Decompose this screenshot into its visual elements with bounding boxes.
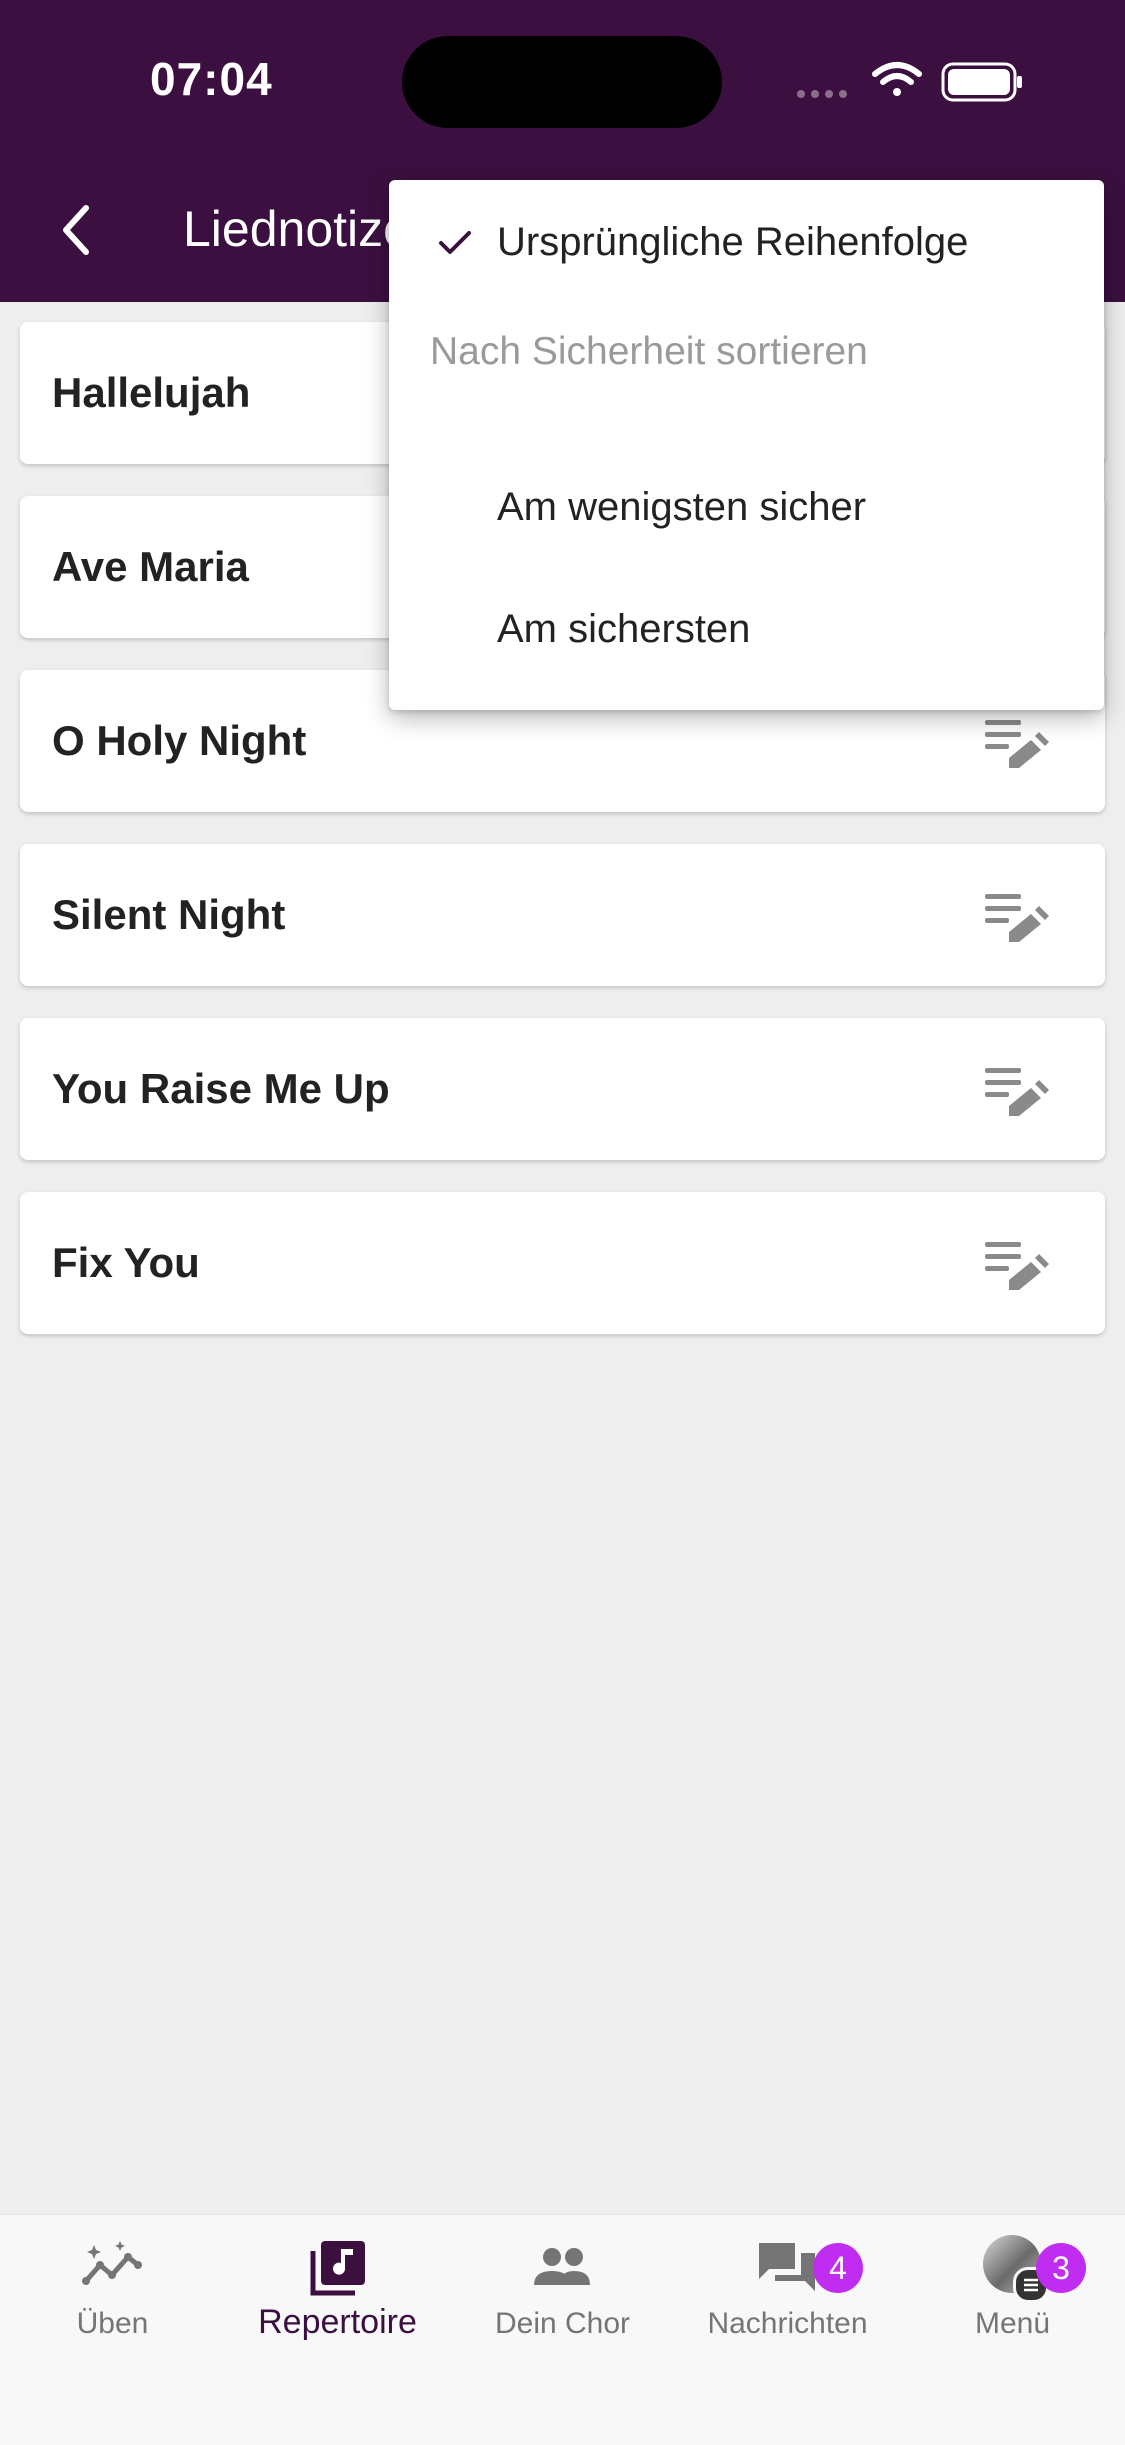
nav-label: Menü (974, 2307, 1051, 2340)
menu-item-original-order[interactable]: Ursprüngliche Reihenfolge (389, 187, 1104, 297)
song-title: O Holy Night (52, 717, 307, 764)
edit-notes-icon[interactable] (985, 1066, 1049, 1118)
edit-notes-icon[interactable] (985, 718, 1049, 770)
nav-label: Dein Chor (494, 2307, 631, 2340)
song-title: Hallelujah (52, 369, 251, 416)
nav-item-messages[interactable]: 4 Nachrichten (675, 2215, 900, 2365)
dynamic-island (402, 36, 722, 128)
cellular-icon (797, 90, 847, 98)
chat-icon (759, 2243, 815, 2291)
check-icon (439, 231, 471, 254)
edit-notes-icon[interactable] (985, 892, 1049, 944)
nav-item-choir[interactable]: Dein Chor (450, 2215, 675, 2365)
unread-badge: 4 (813, 2243, 863, 2293)
song-title: Silent Night (52, 891, 286, 938)
battery-icon (941, 62, 1022, 102)
group-icon (534, 2248, 590, 2285)
nav-label: Üben (76, 2307, 149, 2340)
song-title: Ave Maria (52, 543, 249, 590)
song-card[interactable]: Fix You (20, 1192, 1105, 1334)
notification-badge: 3 (1036, 2243, 1086, 2293)
practice-chart-icon (82, 2241, 142, 2285)
nav-label: Repertoire (258, 2303, 417, 2341)
menu-item-most-certain[interactable]: Am sichersten (389, 574, 1104, 684)
status-icons (797, 62, 1022, 102)
nav-item-repertoire[interactable]: Repertoire (225, 2215, 450, 2365)
song-card[interactable]: You Raise Me Up (20, 1018, 1105, 1160)
back-button[interactable] (40, 190, 120, 270)
menu-item-label: Am wenigsten sicher (497, 485, 867, 529)
nav-item-menu[interactable]: 3 Menü (900, 2215, 1125, 2365)
nav-label: Nachrichten (707, 2307, 868, 2340)
menu-item-label: Am sichersten (497, 607, 751, 651)
music-library-icon (310, 2241, 365, 2296)
bottom-navigation: Üben Repertoire Dein Chor 4 Nachrichten (0, 2214, 1125, 2445)
song-card[interactable]: Silent Night (20, 844, 1105, 986)
menu-section-header: Nach Sicherheit sortieren (430, 330, 868, 373)
page-title: Liednotizen (183, 201, 403, 257)
song-title: You Raise Me Up (52, 1065, 390, 1112)
wifi-icon (872, 62, 922, 96)
chevron-left-icon (63, 205, 89, 255)
menu-item-least-certain[interactable]: Am wenigsten sicher (389, 452, 1104, 562)
menu-item-label: Ursprüngliche Reihenfolge (497, 220, 969, 264)
edit-notes-icon[interactable] (985, 1240, 1049, 1292)
nav-item-practice[interactable]: Üben (0, 2215, 225, 2365)
sort-menu: Ursprüngliche Reihenfolge Nach Sicherhei… (389, 180, 1104, 710)
status-time: 07:04 (150, 53, 273, 105)
song-title: Fix You (52, 1239, 200, 1286)
